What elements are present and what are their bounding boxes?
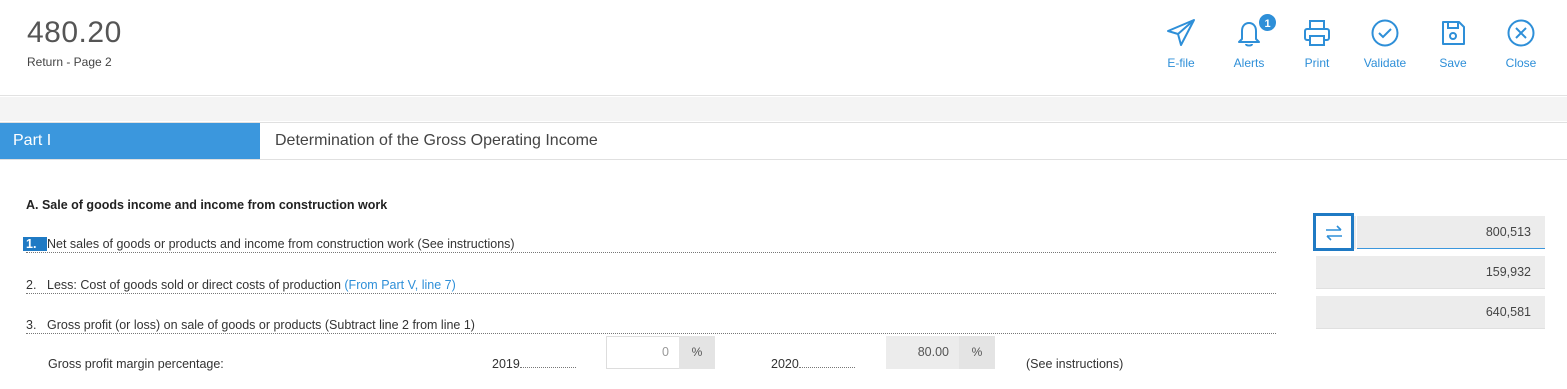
alerts-button[interactable]: 1 Alerts (1219, 12, 1279, 74)
line-text: Less: Cost of goods sold or direct costs… (47, 278, 345, 292)
swap-arrows-icon (1326, 225, 1342, 241)
line-2-amount-field[interactable]: 159,932 (1316, 256, 1545, 289)
efile-label: E-file (1167, 56, 1195, 70)
page-subtitle: Return - Page 2 (27, 55, 112, 69)
page-title: 480.20 (27, 16, 122, 49)
line-3: 3. Gross profit (or loss) on sale of good… (26, 318, 1276, 336)
dot-leader (798, 358, 855, 368)
print-label: Print (1304, 56, 1330, 70)
part-label: Part I (0, 123, 260, 159)
year-2019: 2019 (492, 357, 576, 371)
line-2: 2. Less: Cost of goods sold or direct cos… (26, 278, 1276, 296)
alerts-badge: 1 (1257, 12, 1278, 33)
line-1-amount-field[interactable]: 800,513 (1357, 216, 1545, 249)
close-button[interactable]: Close (1491, 18, 1551, 74)
line-number: 1. (23, 237, 47, 251)
override-toggle-button[interactable] (1313, 213, 1354, 251)
dot-leader (519, 358, 576, 368)
save-icon (1442, 21, 1465, 45)
close-circle-icon (1507, 19, 1535, 47)
percent-addon: % (959, 336, 995, 369)
print-button[interactable]: Print (1287, 18, 1347, 74)
save-button[interactable]: Save (1423, 18, 1483, 74)
save-label: Save (1439, 56, 1467, 70)
line-number: 2. (26, 278, 37, 292)
close-label: Close (1505, 56, 1537, 70)
check-circle-icon (1371, 19, 1399, 47)
part-v-link[interactable]: (From Part V, line 7) (344, 278, 455, 292)
dot-leader (26, 252, 1276, 253)
part-header: Part I Determination of the Gross Operat… (0, 122, 1567, 160)
year-2020: 2020 (771, 357, 855, 371)
header-spacer (0, 97, 1567, 121)
validate-label: Validate (1363, 56, 1407, 70)
line-number: 3. (26, 318, 37, 332)
send-icon (1167, 19, 1195, 46)
page-header: 480.20 Return - Page 2 E-file 1 Alerts P… (0, 0, 1567, 96)
validate-button[interactable]: Validate (1355, 18, 1415, 74)
section-heading: A. Sale of goods income and income from … (26, 198, 388, 212)
alerts-label: Alerts (1233, 56, 1265, 70)
line-text: Net sales of goods or products and incom… (47, 237, 515, 251)
year-2019-label: 2019 (492, 357, 520, 371)
efile-button[interactable]: E-file (1151, 18, 1211, 74)
part-title: Determination of the Gross Operating Inc… (275, 132, 598, 149)
line-text: Gross profit (or loss) on sale of goods … (47, 318, 475, 332)
percent-addon: % (679, 336, 715, 369)
margin-label: Gross profit margin percentage: (48, 357, 224, 371)
year-2020-label: 2020 (771, 357, 799, 371)
printer-icon (1304, 20, 1330, 46)
margin-2020-input[interactable]: 80.00 (886, 336, 960, 369)
margin-2019-input[interactable]: 0 (606, 336, 680, 369)
line-1: 1. Net sales of goods or products and inc… (23, 237, 1276, 255)
line-3-amount-field[interactable]: 640,581 (1316, 296, 1545, 329)
see-instructions-note: (See instructions) (1026, 357, 1124, 371)
dot-leader (26, 293, 1276, 294)
dot-leader (26, 333, 1276, 334)
